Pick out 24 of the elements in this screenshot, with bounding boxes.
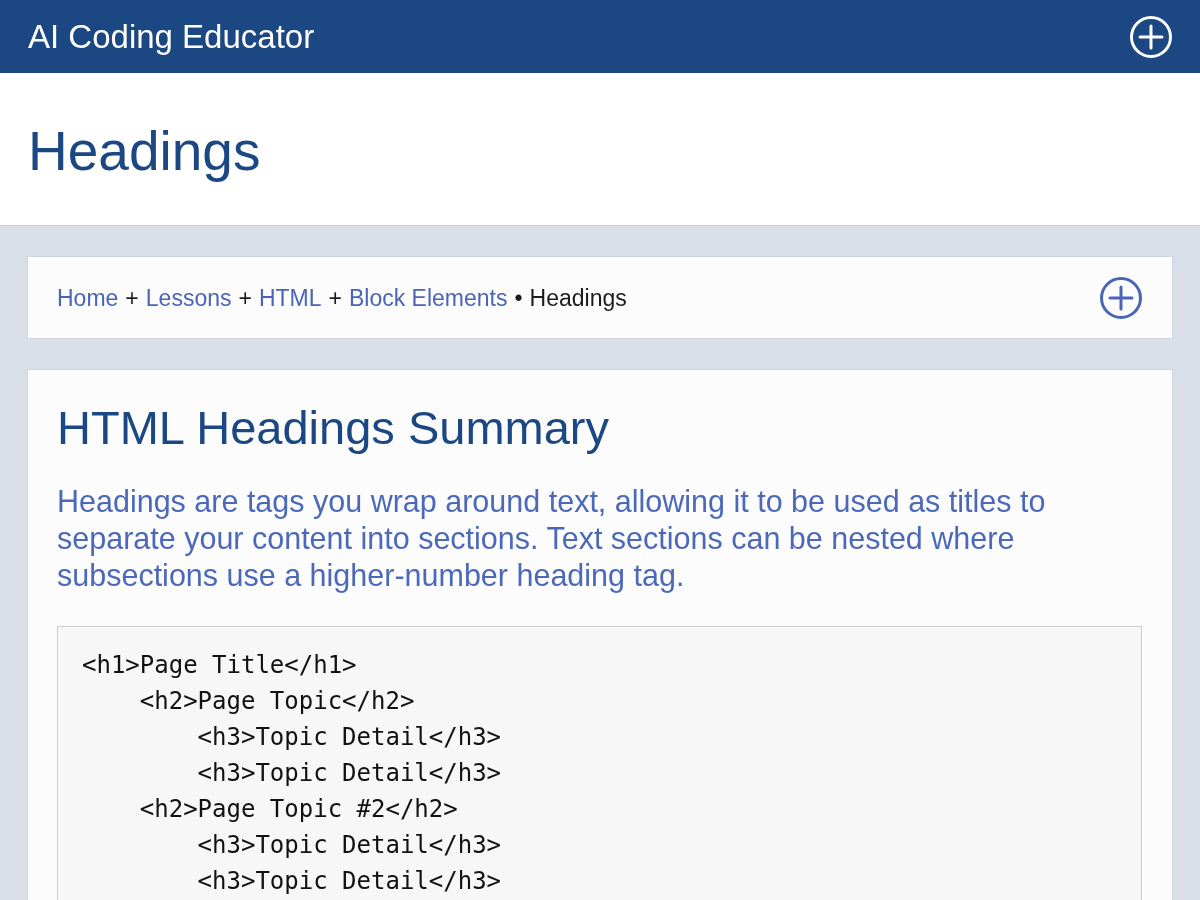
section-title: HTML Headings Summary <box>57 400 609 456</box>
code-line: <h3>Topic Detail</h3> <box>196 830 502 861</box>
breadcrumb-current-page: Headings <box>529 283 627 313</box>
breadcrumb-link[interactable]: Lessons <box>145 282 232 313</box>
add-button[interactable] <box>1130 15 1172 58</box>
code-line: <h3>Topic Detail</h3> <box>196 722 502 753</box>
breadcrumb-link[interactable]: Block Elements <box>348 282 508 313</box>
code-line: <h3>Topic Detail</h3> <box>196 758 502 789</box>
code-line: <h2>Page Topic</h2> <box>138 686 415 717</box>
expand-button[interactable] <box>1100 276 1142 319</box>
breadcrumb-separator: + <box>327 283 343 313</box>
breadcrumb-link[interactable]: HTML <box>258 282 322 313</box>
plus-circle-icon <box>1100 276 1142 319</box>
breadcrumb-separator: • <box>513 283 524 313</box>
code-line: <h2>Page Topic #2</h2> <box>138 794 458 825</box>
breadcrumb-separator: + <box>124 283 140 313</box>
code-line: <h1>Page Title</h1> <box>82 650 357 681</box>
plus-circle-icon <box>1130 15 1172 58</box>
app-title: AI Coding Educator <box>28 16 315 57</box>
breadcrumb-separator: + <box>237 283 253 313</box>
breadcrumb-link[interactable]: Home <box>57 282 119 313</box>
page-title: Headings <box>28 119 261 183</box>
summary-paragraph: Headings are tags you wrap around text, allowing it to be used as titles to separate your content into sections. Text sections can be nested where subsections use a higher-number heading tag. <box>57 483 1047 594</box>
code-line: <h3>Topic Detail</h3> <box>196 866 502 897</box>
